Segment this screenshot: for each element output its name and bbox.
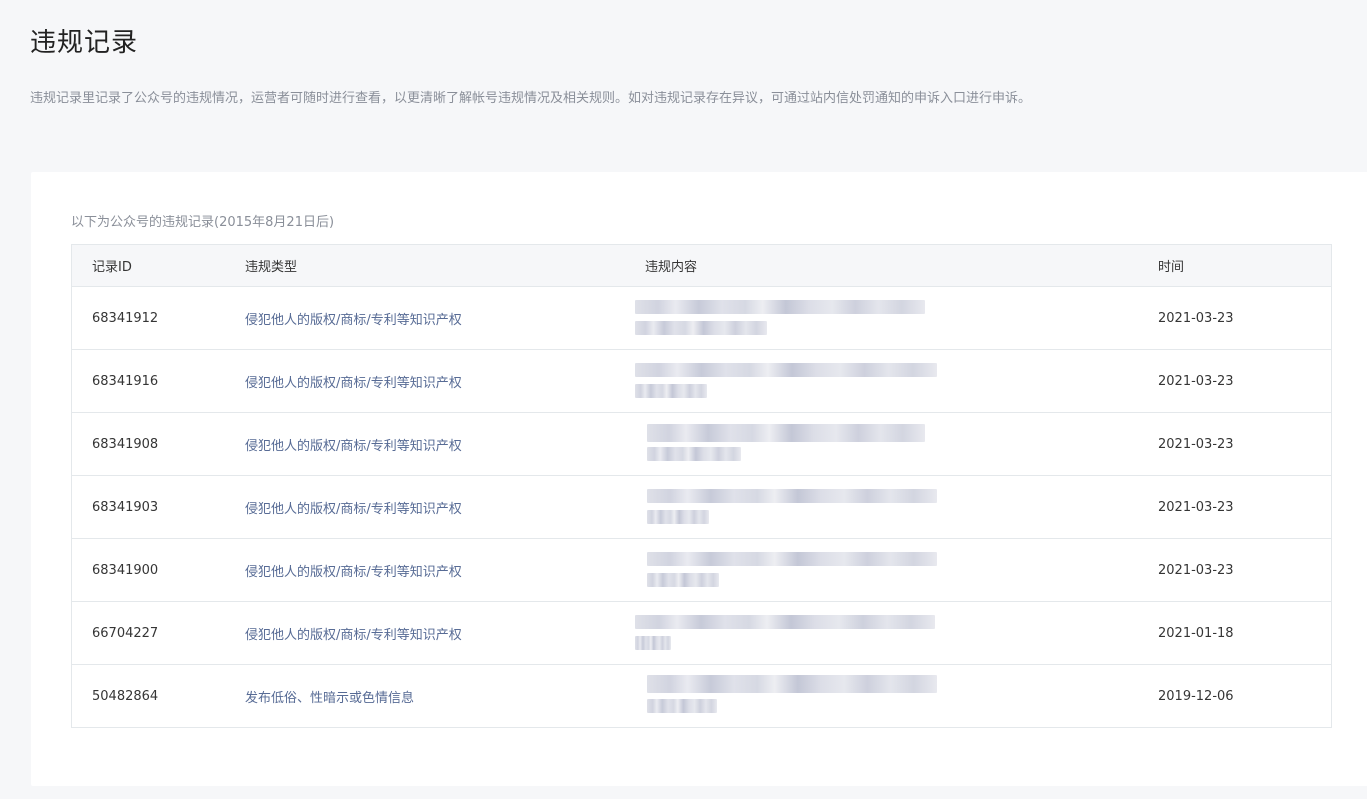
column-header-time: 时间 (1158, 244, 1332, 287)
record-type-cell: 发布低俗、性暗示或色情信息 (245, 665, 645, 728)
record-content-cell (635, 349, 1158, 413)
blurred-content (645, 539, 1158, 601)
records-caption: 以下为公众号的违规记录(2015年8月21日后) (71, 215, 335, 230)
record-time: 2021-03-23 (1158, 475, 1332, 539)
record-id: 68341916 (71, 349, 245, 413)
record-type-link[interactable]: 侵犯他人的版权/商标/专利等知识产权 (245, 565, 462, 580)
record-id: 68341900 (71, 538, 245, 602)
page-title: 违规记录 (30, 28, 139, 58)
record-type-link[interactable]: 侵犯他人的版权/商标/专利等知识产权 (245, 376, 462, 391)
record-content-cell (645, 475, 1158, 539)
table-header-row: 记录ID 违规类型 违规内容 时间 (71, 244, 1332, 287)
table-row: 68341908 侵犯他人的版权/商标/专利等知识产权 2021-03-23 (71, 412, 1332, 476)
blurred-content (645, 413, 1158, 475)
blurred-content (645, 665, 1158, 727)
column-header-id: 记录ID (71, 244, 245, 287)
blurred-content (635, 602, 1158, 664)
record-type-link[interactable]: 侵犯他人的版权/商标/专利等知识产权 (245, 502, 462, 517)
blurred-content (635, 350, 1158, 412)
record-time: 2021-03-23 (1158, 538, 1332, 602)
column-header-content: 违规内容 (645, 244, 1158, 287)
record-type-cell: 侵犯他人的版权/商标/专利等知识产权 (245, 475, 645, 539)
record-type-cell: 侵犯他人的版权/商标/专利等知识产权 (245, 538, 645, 602)
record-type-link[interactable]: 侵犯他人的版权/商标/专利等知识产权 (245, 628, 462, 643)
record-type-link[interactable]: 侵犯他人的版权/商标/专利等知识产权 (245, 439, 462, 454)
page-description: 违规记录里记录了公众号的违规情况，运营者可随时进行查看，以更清晰了解帐号违规情况… (30, 91, 1032, 106)
record-id: 68341908 (71, 412, 245, 476)
record-time: 2021-03-23 (1158, 286, 1332, 350)
table-row: 50482864 发布低俗、性暗示或色情信息 2019-12-06 (72, 665, 1332, 728)
record-content-cell (645, 538, 1158, 602)
blurred-content (645, 476, 1158, 538)
violation-records-table: 记录ID 违规类型 违规内容 时间 68341912 侵犯他人的版权/商标/专利… (71, 244, 1332, 728)
record-content-cell (645, 412, 1158, 476)
record-time: 2019-12-06 (1158, 688, 1234, 704)
table-row: 68341900 侵犯他人的版权/商标/专利等知识产权 2021-03-23 (71, 538, 1332, 602)
record-time: 2021-03-23 (1158, 412, 1332, 476)
table-row: 68341912 侵犯他人的版权/商标/专利等知识产权 2021-03-23 (71, 286, 1332, 350)
record-type-link[interactable]: 发布低俗、性暗示或色情信息 (245, 691, 414, 706)
record-content-cell (645, 665, 1158, 728)
record-type-cell: 侵犯他人的版权/商标/专利等知识产权 (245, 286, 645, 350)
record-time: 2021-01-18 (1158, 601, 1332, 665)
record-type-link[interactable]: 侵犯他人的版权/商标/专利等知识产权 (245, 313, 462, 328)
table-row: 68341916 侵犯他人的版权/商标/专利等知识产权 2021-03-23 (71, 349, 1332, 413)
table-row: 68341903 侵犯他人的版权/商标/专利等知识产权 2021-03-23 (71, 475, 1332, 539)
records-card: 以下为公众号的违规记录(2015年8月21日后) 记录ID 违规类型 违规内容 … (31, 172, 1367, 786)
record-id: 68341912 (71, 286, 245, 350)
record-content-cell (635, 286, 1158, 350)
blurred-content (635, 287, 1158, 349)
record-id: 66704227 (71, 601, 245, 665)
record-type-cell: 侵犯他人的版权/商标/专利等知识产权 (245, 412, 645, 476)
record-type-cell: 侵犯他人的版权/商标/专利等知识产权 (245, 601, 645, 665)
record-type-cell: 侵犯他人的版权/商标/专利等知识产权 (245, 349, 645, 413)
record-id: 50482864 (92, 688, 159, 704)
record-id: 68341903 (71, 475, 245, 539)
record-content-cell (635, 601, 1158, 665)
column-header-type: 违规类型 (245, 244, 645, 287)
record-time: 2021-03-23 (1158, 349, 1332, 413)
table-row: 66704227 侵犯他人的版权/商标/专利等知识产权 2021-01-18 (71, 601, 1332, 665)
